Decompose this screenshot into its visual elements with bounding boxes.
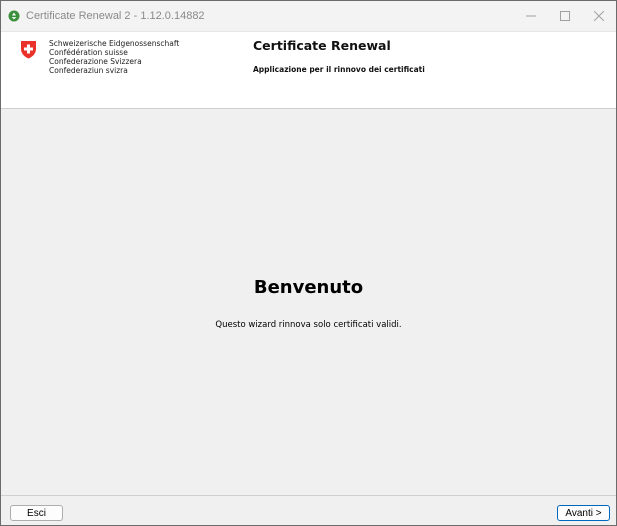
title-bar[interactable]: Certificate Renewal 2 - 1.12.0.14882	[1, 1, 616, 32]
confederation-line-de: Schweizerische Eidgenossenschaft	[49, 39, 180, 48]
app-header: Schweizerische Eidgenossenschaft Confédé…	[1, 32, 616, 109]
wizard-content: Benvenuto Questo wizard rinnova solo cer…	[1, 109, 616, 495]
confederation-line-fr: Confédération suisse	[49, 48, 128, 57]
exit-button[interactable]: Esci	[10, 505, 63, 521]
confederation-text: Schweizerische Eidgenossenschaft Confédé…	[49, 39, 179, 75]
welcome-description: Questo wizard rinnova solo certificati v…	[215, 320, 402, 330]
app-window: Certificate Renewal 2 - 1.12.0.14882 Sch…	[0, 0, 617, 526]
close-icon[interactable]	[582, 1, 616, 31]
window-controls	[514, 1, 616, 31]
confederation-line-rm: Confederaziun svizra	[49, 66, 128, 75]
maximize-icon[interactable]	[548, 1, 582, 31]
page-title: Benvenuto	[253, 277, 364, 298]
swiss-crest-icon	[20, 40, 37, 59]
app-title: Certificate Renewal	[253, 38, 391, 53]
recycle-icon	[8, 10, 20, 22]
next-button[interactable]: Avanti >	[557, 505, 610, 521]
minimize-icon[interactable]	[514, 1, 548, 31]
app-subtitle: Applicazione per il rinnovo dei certific…	[253, 65, 425, 74]
wizard-footer: Esci Avanti >	[1, 495, 616, 525]
confederation-line-it: Confederazione Svizzera	[49, 57, 142, 66]
window-title: Certificate Renewal 2 - 1.12.0.14882	[26, 10, 205, 22]
